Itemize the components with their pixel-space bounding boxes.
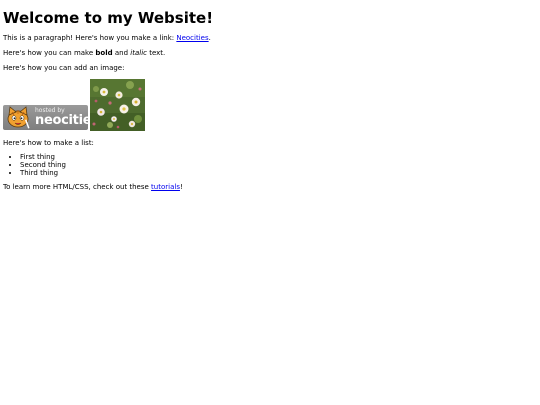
neocities-link[interactable]: Neocities	[176, 34, 208, 42]
badge-brand-text: neocities	[35, 113, 88, 128]
format-paragraph: Here's how you can make bold and italic …	[3, 49, 533, 58]
page-content: Welcome to my Website! This is a paragra…	[3, 9, 533, 192]
link-paragraph-text: This is a paragraph! Here's how you make…	[3, 34, 177, 42]
list-item: Second thing	[20, 161, 533, 169]
learn-more-end: !	[179, 183, 183, 191]
format-paragraph-end: text.	[146, 49, 166, 57]
italic-text: italic	[130, 49, 147, 57]
page-title: Welcome to my Website!	[3, 9, 214, 27]
learn-more-paragraph: To learn more HTML/CSS, check out these …	[3, 183, 533, 192]
format-paragraph-text: Here's how you can make	[3, 49, 96, 57]
link-paragraph-end: .	[208, 34, 211, 42]
link-paragraph: This is a paragraph! Here's how you make…	[3, 34, 533, 43]
image-row: hosted by neocities	[3, 79, 533, 131]
learn-more-text: To learn more HTML/CSS, check out these	[3, 183, 152, 191]
list-item: First thing	[20, 153, 533, 161]
list-item: Third thing	[20, 169, 533, 177]
bold-text: bold	[95, 49, 113, 57]
hosted-by-neocities-badge: hosted by neocities	[3, 105, 88, 130]
tutorials-link[interactable]: tutorials	[151, 183, 180, 191]
daisy-flowers-image	[90, 79, 145, 131]
image-paragraph: Here's how you can add an image:	[3, 64, 125, 72]
format-paragraph-middle: and	[112, 49, 131, 57]
list-intro-paragraph: Here's how to make a list:	[3, 139, 94, 147]
example-list: First thing Second thing Third thing	[3, 153, 533, 177]
neocities-cat-logo	[7, 106, 30, 129]
